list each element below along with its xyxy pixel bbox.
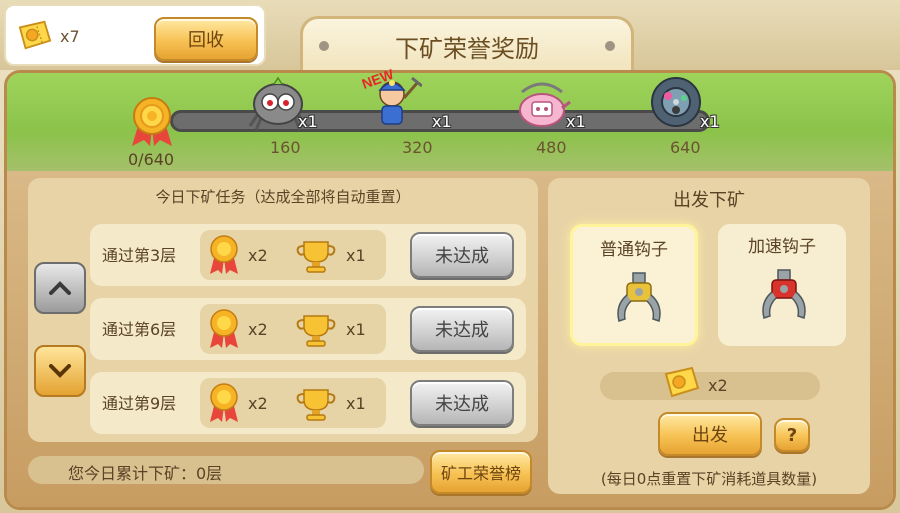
medal-icon (210, 383, 238, 422)
medal-icon (132, 97, 172, 146)
hook-label: 普通钩子 (600, 240, 668, 260)
ticket-icon (18, 20, 52, 50)
daily-total-text: 您今日累计下矿：0层 (68, 464, 223, 483)
progress-text: 0/640 (128, 150, 175, 169)
task-name: 通过第3层 (102, 246, 177, 265)
depart-title: 出发下矿 (673, 190, 745, 211)
trophy-icon (296, 241, 336, 273)
trophy-icon (296, 315, 336, 347)
medal-quantity: x2 (248, 246, 268, 265)
medal-quantity: x2 (248, 394, 268, 413)
milestone-label: 640 (670, 138, 701, 157)
milestone-label: 480 (536, 138, 567, 157)
task-rewards: x2 x1 (200, 230, 386, 280)
reset-note: (每日0点重置下矿消耗道具数量) (600, 470, 818, 488)
hook-label: 加速钩子 (748, 237, 816, 257)
medal-icon (210, 309, 238, 348)
ticket-icon (664, 366, 700, 398)
task-rewards: x2 x1 (200, 378, 386, 428)
chevron-up-icon (49, 281, 71, 295)
daily-total-bar: 您今日累计下矿：0层 (28, 456, 424, 484)
rivet-icon (605, 41, 615, 51)
reward-quantity: x1 (298, 112, 318, 131)
pink-teapot-icon[interactable] (512, 76, 572, 132)
task-status-button[interactable]: 未达成 (410, 380, 514, 426)
recycle-button[interactable]: 回收 (154, 17, 258, 61)
cost-bar: x2 (600, 366, 820, 400)
chevron-down-icon (49, 364, 71, 378)
scroll-up-button[interactable] (34, 262, 86, 314)
trophy-quantity: x1 (346, 246, 366, 265)
page-title: 下矿荣誉奖励 (395, 35, 539, 63)
task-rewards: x2 x1 (200, 304, 386, 354)
gear-ball-icon[interactable] (646, 74, 706, 130)
ticket-count: x7 (60, 27, 80, 46)
reward-quantity: x1 (700, 112, 720, 131)
task-row: 通过第9层 x2 x1 未达成 (90, 372, 526, 434)
milestone-label: 320 (402, 138, 433, 157)
reward-quantity: x1 (566, 112, 586, 131)
medal-icon (210, 235, 238, 274)
hook-option-fast[interactable]: 加速钩子 (718, 224, 846, 346)
ticket-panel: x7 回收 (4, 4, 266, 66)
task-name: 通过第9层 (102, 394, 177, 413)
task-row: 通过第3层 x2 x1 未达成 (90, 224, 526, 286)
scroll-down-button[interactable] (34, 345, 86, 397)
leaderboard-button[interactable]: 矿工荣誉榜 (430, 450, 532, 494)
miner-character-icon[interactable]: NEW (362, 68, 422, 132)
trophy-quantity: x1 (346, 394, 366, 413)
task-name: 通过第6层 (102, 320, 177, 339)
help-button[interactable]: ? (774, 418, 810, 452)
cost-quantity: x2 (708, 376, 728, 395)
medal-quantity: x2 (248, 320, 268, 339)
task-status-button[interactable]: 未达成 (410, 306, 514, 352)
trophy-icon (296, 389, 336, 421)
milestone-label: 160 (270, 138, 301, 157)
task-status-button[interactable]: 未达成 (410, 232, 514, 278)
claw-hook-icon (617, 272, 661, 322)
hook-option-normal[interactable]: 普通钩子 (570, 224, 698, 346)
claw-hook-icon (762, 269, 806, 319)
task-row: 通过第6层 x2 x1 未达成 (90, 298, 526, 360)
reward-quantity: x1 (432, 112, 452, 131)
tasks-title: 今日下矿任务（达成全部将自动重置） (155, 188, 411, 206)
trophy-quantity: x1 (346, 320, 366, 339)
depart-button[interactable]: 出发 (658, 412, 762, 456)
